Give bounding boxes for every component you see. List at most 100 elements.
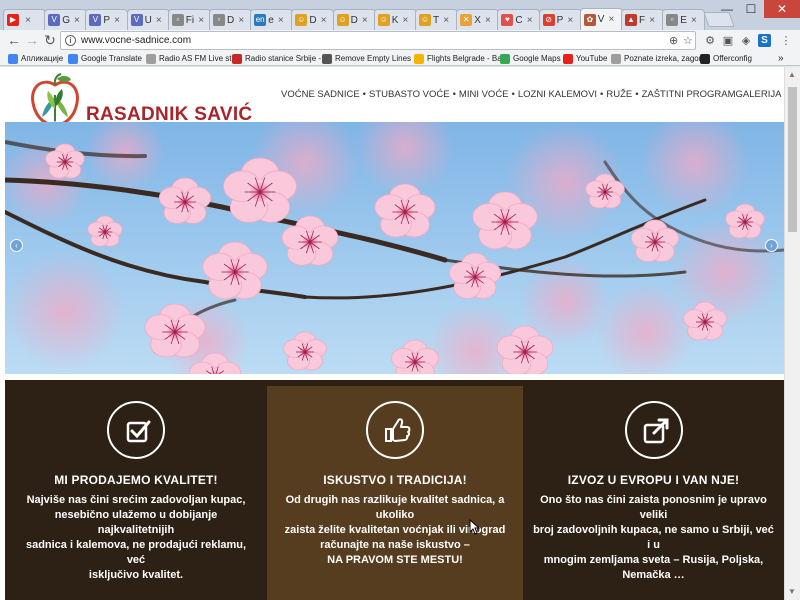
bookmark-star-icon[interactable]: ☆ [683,34,693,47]
tab-favicon-icon: V [130,14,143,26]
browser-tab[interactable]: ▫ Fi × [167,9,211,30]
scroll-up-icon[interactable]: ▲ [788,70,796,79]
bookmark-label: Remove Empty Lines [335,54,412,63]
tab-close-icon[interactable]: × [483,15,493,26]
bookmark-item[interactable]: Google Translate [68,52,142,65]
browser-tab[interactable]: ☺ T × [415,9,458,30]
browser-tab[interactable]: V G × [44,9,88,30]
bookmark-item[interactable]: Radio AS FM Live stre [146,52,239,65]
bookmark-item[interactable]: Radio stanice Srbije - [232,52,321,65]
tab-favicon-icon: V [89,14,102,26]
tab-favicon-icon: ✕ [460,14,473,26]
bookmarks-overflow-button[interactable]: » [778,52,784,65]
nav-item[interactable]: MINI VOĆE [456,89,512,100]
tab-close-icon[interactable]: × [319,15,329,26]
tab-close-icon[interactable]: × [647,15,657,26]
bookmark-label: Radio stanice Srbije - [245,54,322,63]
tab-title: e [268,14,274,26]
browser-tab[interactable]: ☺ D × [291,9,335,30]
browser-tab[interactable]: ✕ X × [456,9,500,30]
bookmark-favicon-icon [611,53,621,64]
tab-title: P [556,14,564,26]
minimize-icon[interactable]: — [716,0,738,18]
thumbs-up-icon [366,401,424,459]
nav-item[interactable]: ZAŠTITNI PROGRAM [639,89,736,100]
tab-close-icon[interactable]: × [400,15,410,26]
extension-icon[interactable]: ⚙ [702,33,718,49]
tab-title: E [680,14,687,26]
tab-close-icon[interactable]: × [565,15,575,26]
site-info-icon[interactable]: i [65,35,76,46]
bookmark-item[interactable]: YouTube [563,52,607,65]
back-icon[interactable]: ← [6,32,22,48]
bookmark-label: YouTube [576,54,608,63]
hero-slider[interactable]: ‹ › [5,122,784,374]
tab-close-icon[interactable]: × [689,15,699,26]
address-bar[interactable]: i www.vocne-sadnice.com ⊕ ☆ [60,31,696,50]
tab-close-icon[interactable]: × [441,15,451,26]
zoom-icon[interactable]: ⊕ [669,34,678,47]
close-window-icon[interactable]: ✕ [764,0,800,18]
bookmark-item[interactable]: Remove Empty Lines [322,52,411,65]
forward-icon[interactable]: → [24,32,40,48]
extension-s-icon[interactable]: S [758,34,771,47]
browser-tab[interactable]: ♥ C × [497,9,541,30]
logo-apple-icon[interactable] [30,73,80,129]
browser-toolbar: ← → ↻ i www.vocne-sadnice.com ⊕ ☆ ⚙ ▣ ◈ … [0,30,800,52]
tab-close-icon[interactable]: × [154,15,164,26]
browser-tab[interactable]: ▲ F × [621,9,664,30]
nav-item[interactable]: STUBASTO VOĆE [366,89,453,100]
tab-close-icon[interactable]: × [23,15,33,26]
browser-tab[interactable]: ▫ E × [662,9,706,30]
browser-tab[interactable]: en e × [250,9,294,30]
nav-item[interactable]: LOZNI KALEMOVI [515,89,600,100]
feature-text: Ono što nas čini zaista ponosnim je upra… [533,493,774,583]
nav-item[interactable]: GALERIJA [736,89,784,100]
scroll-down-icon[interactable]: ▼ [788,587,796,596]
extension-tag-icon[interactable]: ◈ [738,33,754,49]
bookmark-item[interactable]: Flights Belgrade - Bar [414,52,504,65]
tab-title: V [597,14,605,25]
tab-favicon-icon: en [254,14,267,26]
reload-icon[interactable]: ↻ [42,32,58,48]
slider-next-button[interactable]: › [765,239,778,252]
tab-title: Fi [185,14,195,26]
tab-close-icon[interactable]: × [276,15,286,26]
tab-favicon-icon: ▫ [213,14,225,26]
tab-close-icon[interactable]: × [72,15,82,26]
address-url[interactable]: www.vocne-sadnice.com [81,35,191,46]
page-scrollbar[interactable]: ▲ ▼ [784,67,800,600]
bookmark-item[interactable]: Апликације [8,52,63,65]
browser-tab[interactable]: ▫ D × [209,9,252,30]
tab-close-icon[interactable]: × [196,15,206,26]
bookmark-item[interactable]: Offerconfig [700,52,752,65]
tab-favicon-icon: ♥ [501,14,514,26]
browser-tab[interactable]: ✿ V × [579,8,623,30]
browser-tab[interactable]: ☺ D × [332,9,376,30]
maximize-icon[interactable]: ☐ [740,0,762,18]
browser-tab[interactable]: ⊘ P × [538,9,582,30]
slider-prev-button[interactable]: ‹ [10,239,23,252]
tab-favicon-icon: V [48,14,61,26]
scrollbar-thumb[interactable] [788,87,797,232]
bookmark-favicon-icon [500,53,510,64]
nav-item[interactable]: VOĆNE SADNICE [278,89,363,100]
site-header: RASADNIK SAVIĆ lazarevac krusevac VOĆNE … [0,67,784,133]
browser-tab[interactable]: ☺ K × [373,9,417,30]
tab-close-icon[interactable]: × [525,15,535,26]
bookmark-item[interactable]: Google Maps [500,52,561,65]
tab-close-icon[interactable]: × [112,15,122,26]
extension-shield-icon[interactable]: ▣ [720,33,736,49]
browser-tab[interactable]: V P × [85,9,129,30]
bookmark-label: Google Maps [513,54,561,63]
browser-tab[interactable]: V U × [126,9,170,30]
hero-image-blossoms [5,122,784,374]
browser-tab[interactable]: ▶ × [3,9,46,30]
nav-item[interactable]: RUŽE [603,89,635,100]
bookmark-item[interactable]: Poznate izreka, zagon [611,52,703,65]
feature-text-line: broj zadovoljnih kupaca, ne samo u Srbij… [533,524,774,551]
menu-icon[interactable]: ⋮ [778,33,794,49]
tab-close-icon[interactable]: × [236,15,246,26]
tab-close-icon[interactable]: × [360,15,370,26]
tab-close-icon[interactable]: × [606,14,616,25]
